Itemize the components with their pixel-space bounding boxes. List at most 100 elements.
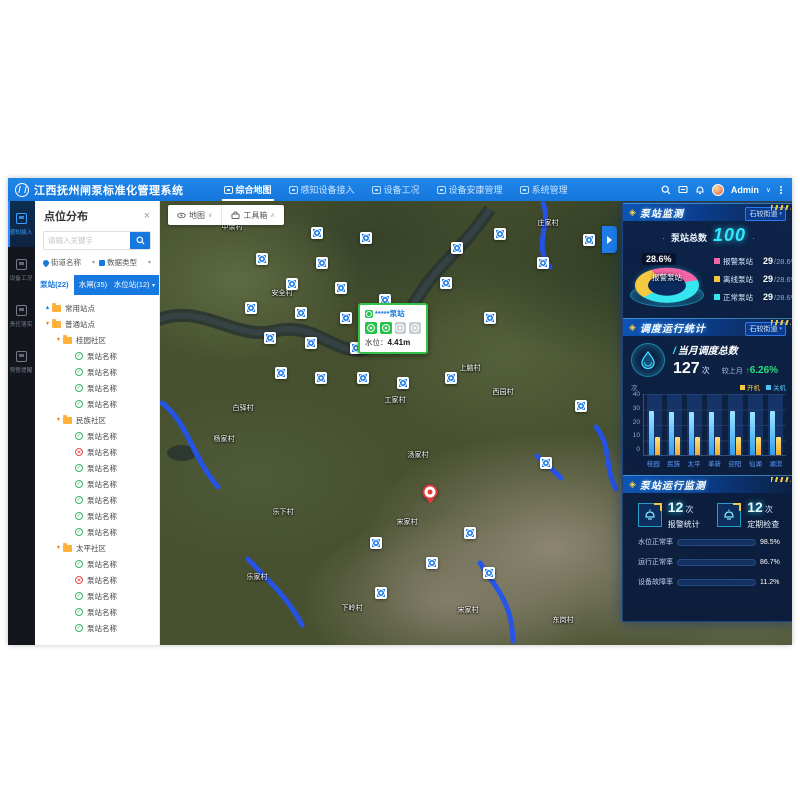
- sidebar-item[interactable]: 预警提醒: [8, 339, 35, 385]
- pump-marker[interactable]: [370, 537, 382, 549]
- alert-marker[interactable]: [423, 485, 438, 500]
- map-layer-label: 地图: [189, 210, 205, 221]
- pump-marker[interactable]: [256, 253, 268, 265]
- tree-node[interactable]: 泵站名称: [35, 364, 159, 380]
- tree-node[interactable]: 泵站名称: [35, 444, 159, 460]
- pump-marker[interactable]: [264, 332, 276, 344]
- pump-marker[interactable]: [335, 282, 347, 294]
- tree-node[interactable]: ▼ 桂园社区: [35, 332, 159, 348]
- tree-node-label: 泵站名称: [87, 559, 117, 570]
- pump-marker[interactable]: [575, 400, 587, 412]
- pump-marker[interactable]: [315, 372, 327, 384]
- filter-select[interactable]: 街道名称 ▾: [43, 257, 95, 268]
- pump-marker[interactable]: [286, 278, 298, 290]
- pump-marker[interactable]: [483, 567, 495, 579]
- pump-marker[interactable]: [311, 227, 323, 239]
- tree-node[interactable]: 泵站名称: [35, 428, 159, 444]
- tree-node[interactable]: ▼ 太平社区: [35, 540, 159, 556]
- tree-node[interactable]: 泵站名称: [35, 524, 159, 540]
- avatar[interactable]: [712, 184, 724, 196]
- pump-marker[interactable]: [295, 307, 307, 319]
- tree-node[interactable]: 泵站名称: [35, 572, 159, 588]
- pump-marker[interactable]: [360, 232, 372, 244]
- pump-marker[interactable]: [494, 228, 506, 240]
- bell-icon[interactable]: [695, 185, 705, 195]
- pump-marker[interactable]: [440, 277, 452, 289]
- progress-track: [677, 579, 756, 586]
- nav-item[interactable]: 系统管理: [520, 178, 568, 201]
- panel-collapse-tab[interactable]: [602, 226, 617, 253]
- street-dropdown[interactable]: 石较街道▾: [745, 322, 786, 336]
- y-tick: 0: [631, 446, 640, 453]
- map-layer-button[interactable]: 地图 ∨: [168, 205, 221, 225]
- search-icon[interactable]: [661, 185, 671, 195]
- sidebar-item[interactable]: 设备工况: [8, 247, 35, 293]
- station-tab[interactable]: 水位站(12): [112, 275, 151, 295]
- keyword-search-input[interactable]: [44, 232, 130, 249]
- user-name[interactable]: Admin: [731, 185, 759, 195]
- pump-marker[interactable]: [426, 557, 438, 569]
- station-tab[interactable]: 泵站(22): [35, 275, 74, 295]
- tree-node[interactable]: ▲ 常用站点: [35, 300, 159, 316]
- close-icon[interactable]: ×: [144, 211, 150, 222]
- pump-donut-chart: 28.6% 报警泵站: [629, 247, 705, 311]
- pump-marker[interactable]: [357, 372, 369, 384]
- message-icon[interactable]: [678, 185, 688, 195]
- tree-arrow-icon: ▼: [54, 337, 63, 343]
- kebab-menu-icon[interactable]: [778, 186, 784, 194]
- tree-node[interactable]: 泵站名称: [35, 396, 159, 412]
- tree-node[interactable]: ▼ 民族社区: [35, 412, 159, 428]
- pump-marker[interactable]: [340, 312, 352, 324]
- pump-marker[interactable]: [397, 377, 409, 389]
- tree-node[interactable]: 泵站名称: [35, 348, 159, 364]
- nav-item-label: 感知设备接入: [301, 183, 355, 196]
- toolbox-button[interactable]: 工具箱 ∧: [221, 205, 283, 225]
- tree-node[interactable]: 泵站名称: [35, 380, 159, 396]
- station-tab[interactable]: 水闸(35): [74, 275, 113, 295]
- off-bar: [669, 412, 674, 455]
- tree-node-label: 泵站名称: [87, 623, 117, 634]
- tree-node[interactable]: 泵站名称: [35, 588, 159, 604]
- village-label: 庄家村: [538, 218, 559, 228]
- legend-swatch: [714, 276, 720, 282]
- legend-value: 29: [763, 292, 773, 302]
- tree-node[interactable]: 泵站名称: [35, 620, 159, 636]
- tree-node[interactable]: 泵站名称: [35, 556, 159, 572]
- legend-name: 离线泵站: [723, 274, 763, 285]
- nav-item[interactable]: 感知设备接入: [289, 178, 355, 201]
- pump-marker[interactable]: [451, 242, 463, 254]
- pump-marker[interactable]: [537, 257, 549, 269]
- pump-marker[interactable]: [484, 312, 496, 324]
- sidebar-item[interactable]: 感知接入: [8, 201, 35, 247]
- x-category-label: 革新: [707, 458, 722, 468]
- filter-select[interactable]: 数据类型 ▾: [99, 257, 151, 268]
- pump-marker[interactable]: [305, 337, 317, 349]
- pump-marker[interactable]: [540, 457, 552, 469]
- nav-item[interactable]: 设备工况: [372, 178, 420, 201]
- tree-node[interactable]: 泵站名称: [35, 476, 159, 492]
- pump-marker[interactable]: [445, 372, 457, 384]
- pump-marker[interactable]: [245, 302, 257, 314]
- pump-marker[interactable]: [316, 257, 328, 269]
- pump-marker[interactable]: [375, 587, 387, 599]
- tree-node[interactable]: 泵站名称: [35, 604, 159, 620]
- tree-node[interactable]: ▼ 普通站点: [35, 316, 159, 332]
- nav-item[interactable]: 综合地图: [224, 178, 272, 201]
- pump-marker[interactable]: [464, 527, 476, 539]
- pump-marker[interactable]: [583, 234, 595, 246]
- station-status-icon: [75, 608, 83, 616]
- sidebar-item[interactable]: 责任落实: [8, 293, 35, 339]
- total-pumps-value: 100: [713, 225, 746, 246]
- search-button[interactable]: [130, 232, 150, 249]
- tree-node[interactable]: 泵站名称: [35, 508, 159, 524]
- slash-decor: /: [673, 346, 676, 357]
- tree-node[interactable]: 泵站名称: [35, 460, 159, 476]
- chevron-down-icon[interactable]: ∨: [766, 186, 771, 194]
- nav-item[interactable]: 设备安康管理: [437, 178, 503, 201]
- street-dropdown[interactable]: 石较街道▾: [745, 207, 786, 221]
- chevron-down-icon[interactable]: ▾: [151, 282, 159, 289]
- stat-label: 报警统计: [668, 519, 700, 530]
- pump-marker[interactable]: [275, 367, 287, 379]
- y-tick: 40: [631, 391, 640, 398]
- tree-node[interactable]: 泵站名称: [35, 492, 159, 508]
